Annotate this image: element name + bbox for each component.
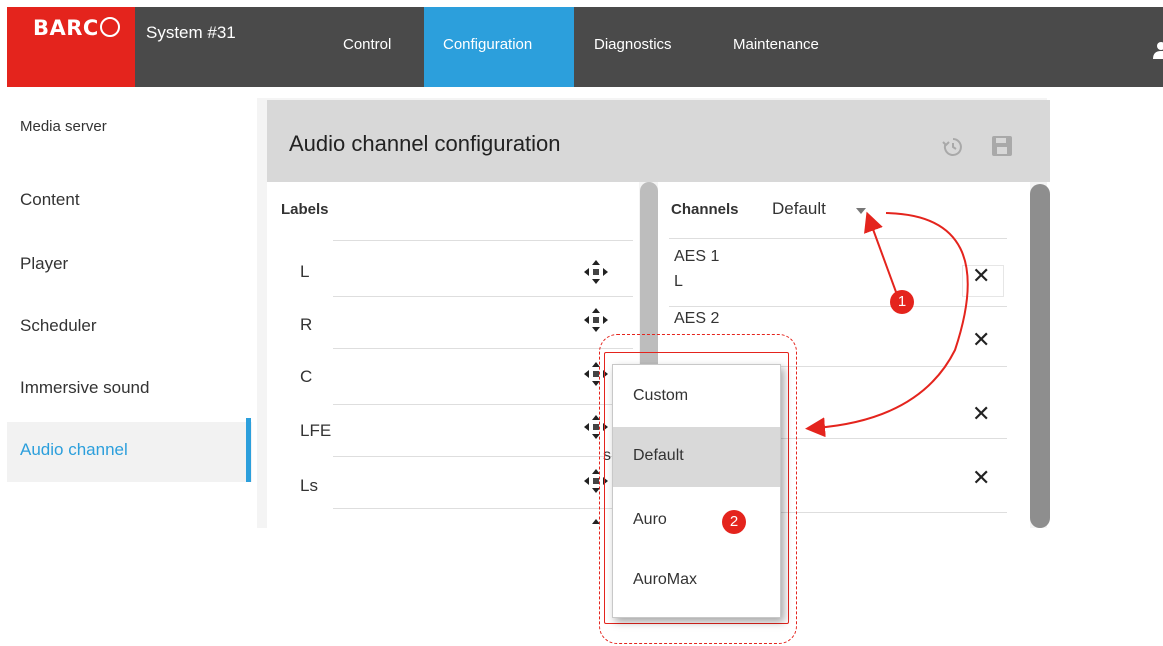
sidebar-active-indicator: [246, 418, 251, 482]
channel-label: L: [674, 273, 683, 290]
dropdown-option-auromax[interactable]: AuroMax: [613, 551, 780, 611]
row-divider: [669, 306, 1007, 307]
preset-dropdown-menu: Custom Default Auro AuroMax: [612, 364, 781, 618]
top-bar: BARC System #31 Control Configuration Di…: [7, 7, 1163, 87]
sidebar-item-content[interactable]: Content: [20, 190, 80, 210]
history-icon[interactable]: [941, 135, 965, 159]
close-icon[interactable]: ✕: [972, 328, 990, 353]
tab-control[interactable]: Control: [343, 36, 391, 53]
row-divider: [333, 240, 633, 241]
move-icon[interactable]: [583, 307, 609, 333]
row-divider: [669, 238, 1007, 239]
tab-configuration[interactable]: Configuration: [443, 36, 532, 53]
label-item-lfe[interactable]: LFE: [300, 421, 331, 441]
label-item-ls[interactable]: Ls: [300, 476, 318, 496]
brand-logo: BARC: [7, 7, 135, 87]
row-divider: [333, 348, 633, 349]
option-label: Default: [633, 447, 684, 464]
label-item-c[interactable]: C: [300, 367, 312, 387]
sidebar-item-scheduler[interactable]: Scheduler: [20, 316, 97, 336]
row-divider: [333, 456, 633, 457]
sidebar-item-immersive-sound[interactable]: Immersive sound: [20, 378, 149, 398]
sidebar-item-media-server[interactable]: Media server: [20, 118, 107, 135]
move-icon[interactable]: [583, 259, 609, 285]
user-icon[interactable]: [1153, 41, 1163, 59]
channels-preset-select[interactable]: Default: [772, 199, 826, 219]
close-icon[interactable]: ✕: [972, 264, 990, 289]
page-title: Audio channel configuration: [289, 131, 561, 156]
save-icon[interactable]: [992, 136, 1012, 156]
sidebar-item-player[interactable]: Player: [20, 254, 68, 274]
chevron-down-icon[interactable]: [856, 208, 866, 214]
close-icon[interactable]: ✕: [972, 466, 990, 491]
logo-text: BARC: [33, 16, 120, 40]
scrollbar[interactable]: [1030, 184, 1050, 528]
dropdown-option-default[interactable]: Default: [613, 427, 780, 487]
close-icon[interactable]: ✕: [972, 402, 990, 427]
label-item-l[interactable]: L: [300, 262, 309, 282]
tab-diagnostics[interactable]: Diagnostics: [594, 36, 672, 53]
dropdown-option-custom[interactable]: Custom: [613, 367, 780, 427]
callout-badge-2: 2: [722, 510, 746, 534]
sidebar-item-audio-channel[interactable]: Audio channel: [20, 440, 128, 460]
channels-header: Channels: [671, 201, 739, 218]
tab-maintenance[interactable]: Maintenance: [733, 36, 819, 53]
row-divider: [333, 508, 633, 509]
labels-header: Labels: [281, 201, 329, 218]
row-divider: [333, 404, 633, 405]
channel-name: AES 1: [674, 248, 720, 265]
label-item-r[interactable]: R: [300, 315, 312, 335]
option-label: AuroMax: [633, 571, 698, 588]
option-label: Auro: [633, 511, 667, 528]
callout-badge-1: 1: [890, 290, 914, 314]
channel-name: AES 2: [674, 310, 720, 327]
dropdown-option-auro[interactable]: Auro: [613, 491, 780, 551]
option-label: Custom: [633, 387, 689, 404]
row-divider: [333, 296, 633, 297]
system-title: System #31: [146, 23, 236, 42]
